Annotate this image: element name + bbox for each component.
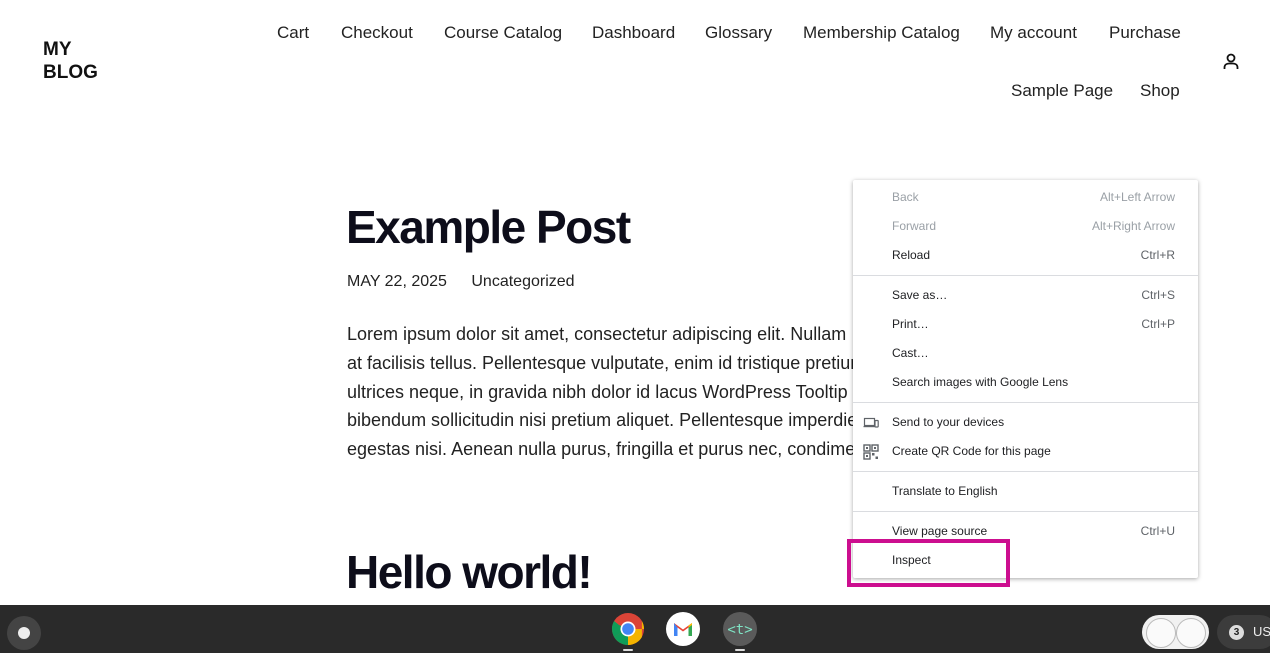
- menu-item-label: Send to your devices: [892, 415, 1005, 429]
- menu-item-label: Create QR Code for this page: [892, 444, 1051, 458]
- menu-item-label: Save as…: [892, 288, 948, 302]
- post-body-line: egestas nisi. Aenean nulla purus, fringi…: [347, 439, 853, 460]
- gmail-icon[interactable]: [666, 612, 700, 646]
- menu-item-send-to-devices[interactable]: Send to your devices: [853, 408, 1198, 437]
- status-avatar-icon: [1146, 618, 1176, 648]
- status-area-pill[interactable]: [1142, 615, 1209, 649]
- launcher-icon[interactable]: [7, 616, 41, 650]
- system-tray[interactable]: 3 US: [1217, 615, 1270, 649]
- menu-item-label: Print…: [892, 317, 929, 331]
- menu-separator: [853, 511, 1198, 512]
- keyboard-language: US: [1253, 624, 1270, 639]
- nav-item-glossary[interactable]: Glossary: [705, 23, 772, 43]
- menu-item-label: View page source: [892, 524, 988, 538]
- menu-item-label: Cast…: [892, 346, 929, 360]
- terminal-active-indicator: [735, 649, 745, 651]
- post-date[interactable]: MAY 22, 2025: [347, 273, 447, 290]
- post-body-line: bibendum sollicitudin nisi pretium aliqu…: [347, 410, 853, 431]
- status-avatar-icon: [1176, 618, 1206, 648]
- notification-count-badge: 3: [1229, 625, 1244, 640]
- post-meta: MAY 22, 2025 Uncategorized: [347, 273, 595, 291]
- primary-nav: Cart Checkout Course Catalog Dashboard G…: [0, 23, 1270, 43]
- menu-item-shortcut: Ctrl+S: [1141, 288, 1175, 302]
- menu-item-print[interactable]: Print… Ctrl+P: [853, 310, 1198, 339]
- inspect-highlight-box: [847, 539, 1010, 587]
- nav-item-cart[interactable]: Cart: [277, 23, 309, 43]
- nav-item-checkout[interactable]: Checkout: [341, 23, 413, 43]
- chrome-active-indicator: [623, 649, 633, 651]
- menu-item-shortcut: Ctrl+U: [1140, 524, 1175, 538]
- primary-nav-row2: Sample Page Shop: [0, 81, 1270, 101]
- post-title[interactable]: Example Post: [346, 200, 631, 254]
- menu-item-save-as[interactable]: Save as… Ctrl+S: [853, 281, 1198, 310]
- menu-item-reload[interactable]: Reload Ctrl+R: [853, 241, 1198, 270]
- menu-item-shortcut: Alt+Left Arrow: [1099, 190, 1175, 204]
- nav-item-shop[interactable]: Shop: [1140, 81, 1180, 101]
- menu-item-label: Forward: [892, 219, 937, 233]
- taskbar: <t> 3 US: [0, 605, 1270, 653]
- menu-item-translate[interactable]: Translate to English: [853, 477, 1198, 506]
- menu-item-shortcut: Ctrl+R: [1140, 248, 1175, 262]
- menu-item-label: Translate to English: [892, 484, 998, 498]
- menu-item-create-qr-code[interactable]: Create QR Code for this page: [853, 437, 1198, 466]
- next-post-title[interactable]: Hello world!: [346, 545, 593, 599]
- post-body-line: at facilisis tellus. Pellentesque vulput…: [347, 352, 853, 373]
- post-category[interactable]: Uncategorized: [471, 273, 574, 290]
- menu-separator: [853, 275, 1198, 276]
- menu-item-label: Back: [892, 190, 919, 204]
- nav-item-membership-catalog[interactable]: Membership Catalog: [803, 23, 960, 43]
- post-body-line: Lorem ipsum dolor sit amet, consectetur …: [347, 324, 847, 344]
- menu-item-shortcut: Ctrl+P: [1141, 317, 1175, 331]
- menu-item-google-lens[interactable]: Search images with Google Lens: [853, 368, 1198, 397]
- nav-item-course-catalog[interactable]: Course Catalog: [444, 23, 562, 43]
- context-menu: Back Alt+Left Arrow Forward Alt+Right Ar…: [853, 180, 1198, 578]
- menu-item-label: Reload: [892, 248, 931, 262]
- menu-item-label: Search images with Google Lens: [892, 375, 1069, 389]
- menu-separator: [853, 402, 1198, 403]
- terminal-icon[interactable]: <t>: [723, 612, 757, 646]
- menu-separator: [853, 471, 1198, 472]
- user-account-icon[interactable]: [1221, 52, 1241, 72]
- post-content: Lorem ipsum dolor sit amet, consectetur …: [347, 320, 853, 464]
- nav-item-my-account[interactable]: My account: [990, 23, 1077, 43]
- svg-text:<t>: <t>: [727, 622, 752, 638]
- nav-item-sample-page[interactable]: Sample Page: [1011, 81, 1113, 101]
- nav-item-purchase[interactable]: Purchase: [1109, 23, 1181, 43]
- menu-item-forward[interactable]: Forward Alt+Right Arrow: [853, 212, 1198, 241]
- nav-item-dashboard[interactable]: Dashboard: [592, 23, 675, 43]
- menu-item-shortcut: Alt+Right Arrow: [1091, 219, 1175, 233]
- chrome-icon[interactable]: [611, 612, 645, 646]
- menu-item-cast[interactable]: Cast…: [853, 339, 1198, 368]
- qr-code-icon: [863, 444, 879, 460]
- site-title[interactable]: MY BLOG: [43, 38, 98, 84]
- post-body-line: ultrices neque, in gravida nibh dolor id…: [347, 381, 848, 402]
- menu-item-back[interactable]: Back Alt+Left Arrow: [853, 183, 1198, 212]
- devices-icon: [863, 415, 879, 431]
